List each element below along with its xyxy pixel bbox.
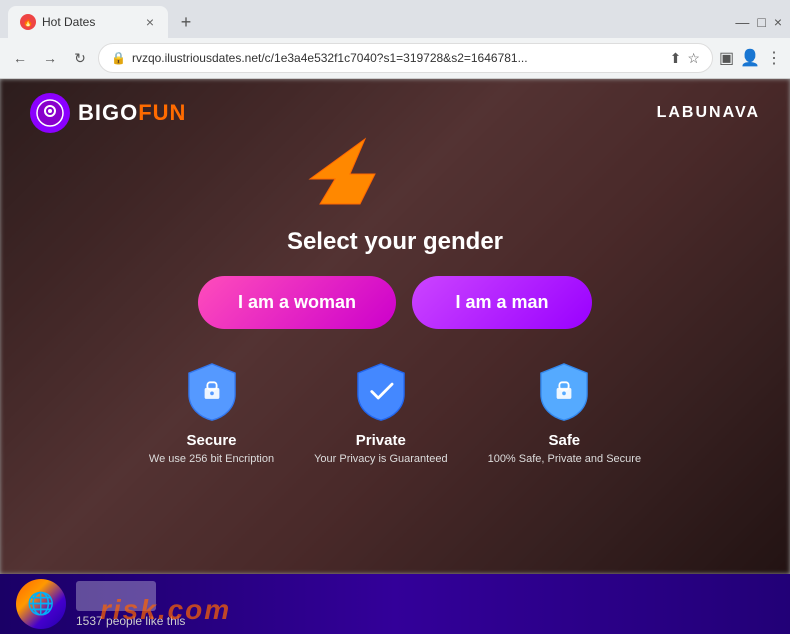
private-badge: Private Your Privacy is Guaranteed — [314, 359, 448, 465]
window-controls: — □ × — [735, 14, 782, 30]
shield-svg-secure — [182, 362, 242, 422]
man-button[interactable]: I am a man — [412, 276, 592, 329]
tab-close-button[interactable]: × — [144, 12, 156, 32]
browser-tab[interactable]: 🔥 Hot Dates × — [8, 6, 168, 38]
bookmark-icon[interactable]: ☆ — [687, 50, 700, 67]
gender-buttons: I am a woman I am a man — [198, 276, 592, 329]
secure-shield-icon — [182, 359, 242, 424]
minimize-button[interactable]: — — [735, 14, 749, 30]
lock-icon: 🔒 — [111, 51, 126, 65]
share-icon[interactable]: ⬆ — [670, 50, 682, 67]
secure-desc: We use 256 bit Encription — [149, 453, 274, 465]
woman-button[interactable]: I am a woman — [198, 276, 396, 329]
back-button[interactable]: ← — [8, 46, 32, 70]
bottom-bar: 🌐 1537 people like this risk.com — [0, 574, 790, 634]
tab-title: Hot Dates — [42, 15, 138, 29]
shield-svg-safe — [534, 362, 594, 422]
tab-bar: 🔥 Hot Dates × + — □ × — [0, 0, 790, 38]
extensions-icon[interactable]: ▣ — [719, 48, 734, 68]
arrow-overlay — [290, 134, 390, 214]
risk-watermark: risk.com — [100, 594, 231, 626]
private-shield-icon — [351, 359, 411, 424]
tab-favicon: 🔥 — [20, 14, 36, 30]
forward-button[interactable]: → — [38, 46, 62, 70]
safe-shield-icon — [534, 359, 594, 424]
private-title: Private — [356, 432, 406, 449]
gender-heading: Select your gender — [287, 228, 503, 256]
browser-toolbar-right: ▣ 👤 ⋮ — [719, 48, 782, 68]
url-bar[interactable]: 🔒 rvzqo.ilustriousdates.net/c/1e3a4e532f… — [98, 43, 713, 73]
trust-badges: Secure We use 256 bit Encription Private… — [149, 359, 641, 465]
new-tab-button[interactable]: + — [172, 8, 200, 36]
url-text: rvzqo.ilustriousdates.net/c/1e3a4e532f1c… — [132, 51, 664, 65]
private-desc: Your Privacy is Guaranteed — [314, 453, 448, 465]
browser-chrome: 🔥 Hot Dates × + — □ × ← → ↻ 🔒 rvzqo.ilus… — [0, 0, 790, 79]
arrow-icon — [290, 134, 390, 214]
safe-title: Safe — [548, 432, 580, 449]
secure-title: Secure — [186, 432, 236, 449]
safe-desc: 100% Safe, Private and Secure — [488, 453, 641, 465]
refresh-button[interactable]: ↻ — [68, 46, 92, 70]
main-content: Select your gender I am a woman I am a m… — [0, 79, 790, 574]
safe-badge: Safe 100% Safe, Private and Secure — [488, 359, 641, 465]
shield-svg-private — [351, 362, 411, 422]
profile-icon[interactable]: 👤 — [740, 48, 760, 68]
maximize-button[interactable]: □ — [757, 14, 765, 30]
page-content: BIGOFUN LABUNAVA Select your gender I am… — [0, 79, 790, 634]
secure-badge: Secure We use 256 bit Encription — [149, 359, 274, 465]
close-window-button[interactable]: × — [774, 14, 782, 30]
menu-icon[interactable]: ⋮ — [766, 48, 782, 68]
world-globe-icon: 🌐 — [16, 579, 66, 629]
address-bar: ← → ↻ 🔒 rvzqo.ilustriousdates.net/c/1e3a… — [0, 38, 790, 78]
